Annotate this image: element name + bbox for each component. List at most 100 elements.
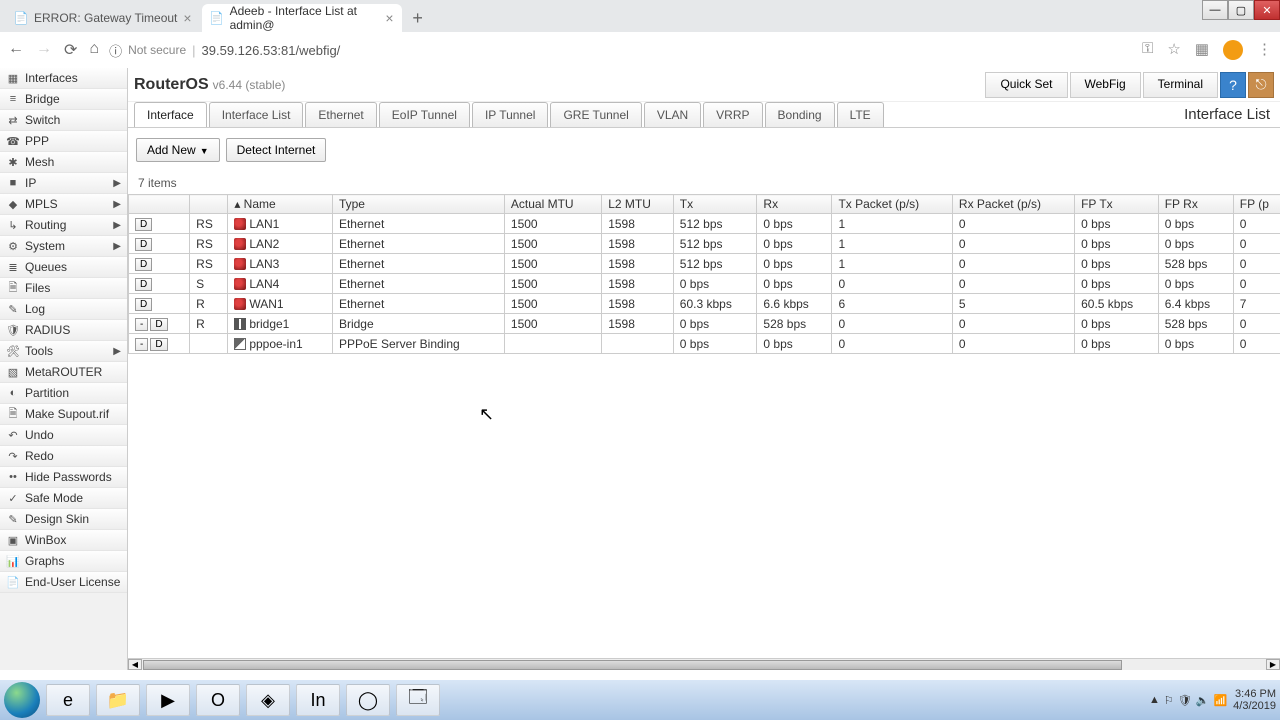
tab-interface[interactable]: Interface <box>134 102 207 127</box>
tray-icon[interactable]: 🛡 <box>1178 694 1192 707</box>
sidebar-item-partition[interactable]: ◐Partition <box>0 383 127 404</box>
tab-ethernet[interactable]: Ethernet <box>305 102 376 127</box>
taskbar-app-icon[interactable]: 📁 <box>96 684 140 716</box>
scroll-thumb[interactable] <box>143 660 1122 670</box>
table-row[interactable]: -DRbridge1Bridge150015980 bps528 bps000 … <box>129 314 1280 334</box>
row-action-button[interactable]: - <box>135 318 148 331</box>
col-header[interactable]: FP Rx <box>1158 195 1233 214</box>
sidebar-item-redo[interactable]: ↷Redo <box>0 446 127 467</box>
col-header[interactable]: FP (p <box>1233 195 1280 214</box>
scroll-right-icon[interactable]: ▶ <box>1266 659 1280 670</box>
tab-eoip-tunnel[interactable]: EoIP Tunnel <box>379 102 470 127</box>
tab-ip-tunnel[interactable]: IP Tunnel <box>472 102 548 127</box>
sidebar-item-log[interactable]: ✎Log <box>0 299 127 320</box>
clock[interactable]: 3:46 PM 4/3/2019 <box>1233 688 1276 712</box>
sidebar-item-hide-passwords[interactable]: ••Hide Passwords <box>0 467 127 488</box>
add-new-button[interactable]: Add New▼ <box>136 138 220 162</box>
close-tab-icon[interactable]: × <box>183 10 191 26</box>
tab-vlan[interactable]: VLAN <box>644 102 701 127</box>
tab-bonding[interactable]: Bonding <box>765 102 835 127</box>
webfig-button[interactable]: WebFig <box>1070 72 1141 98</box>
maximize-button[interactable]: ▢ <box>1228 0 1254 20</box>
tray-icon[interactable]: ⚐ <box>1164 694 1174 707</box>
sidebar-item-routing[interactable]: ↳Routing▶ <box>0 215 127 236</box>
menu-icon[interactable]: ⋮ <box>1257 40 1272 60</box>
tray-icon[interactable]: ▲ <box>1149 694 1160 707</box>
sidebar-item-files[interactable]: 🗎Files <box>0 278 127 299</box>
sidebar-item-queues[interactable]: ≣Queues <box>0 257 127 278</box>
tab-interface-list[interactable]: Interface List <box>209 102 304 127</box>
profile-avatar[interactable] <box>1223 40 1243 60</box>
col-header[interactable]: Actual MTU <box>504 195 601 214</box>
sidebar-item-system[interactable]: ⚙System▶ <box>0 236 127 257</box>
taskbar-app-icon[interactable]: e <box>46 684 90 716</box>
sidebar-item-end-user-license[interactable]: 📄End-User License <box>0 572 127 593</box>
key-icon[interactable]: ⚿ <box>1142 40 1153 60</box>
star-icon[interactable]: ☆ <box>1167 40 1180 60</box>
extensions-icon[interactable]: ▦ <box>1195 40 1209 60</box>
sidebar-item-ip[interactable]: ■IP▶ <box>0 173 127 194</box>
row-action-button[interactable]: D <box>150 318 167 331</box>
quickset-button[interactable]: Quick Set <box>985 72 1067 98</box>
terminal-button[interactable]: Terminal <box>1143 72 1218 98</box>
row-action-button[interactable]: D <box>135 258 152 271</box>
sidebar-item-safe-mode[interactable]: ✓Safe Mode <box>0 488 127 509</box>
tab-vrrp[interactable]: VRRP <box>703 102 762 127</box>
sidebar-item-interfaces[interactable]: ▦Interfaces <box>0 68 127 89</box>
col-header[interactable]: L2 MTU <box>602 195 674 214</box>
sidebar-item-undo[interactable]: ↶Undo <box>0 425 127 446</box>
col-header[interactable]: Tx Packet (p/s) <box>832 195 952 214</box>
table-row[interactable]: DRSLAN3Ethernet15001598512 bps0 bps100 b… <box>129 254 1280 274</box>
col-header[interactable]: FP Tx <box>1075 195 1159 214</box>
detect-internet-button[interactable]: Detect Internet <box>226 138 327 162</box>
taskbar-app-icon[interactable]: In <box>296 684 340 716</box>
info-icon[interactable]: ⓘ <box>109 41 122 60</box>
sidebar-item-radius[interactable]: 🛡RADIUS <box>0 320 127 341</box>
logout-icon[interactable]: ⎋ <box>1248 72 1274 98</box>
browser-tab[interactable]: 📄 Adeeb - Interface List at admin@ × <box>202 4 402 32</box>
row-action-button[interactable]: D <box>135 218 152 231</box>
col-header[interactable]: Type <box>332 195 504 214</box>
row-action-button[interactable]: D <box>135 278 152 291</box>
tray-icon[interactable]: 📶 <box>1213 694 1227 707</box>
reload-button[interactable]: ⟳ <box>64 40 77 60</box>
taskbar-app-icon[interactable]: ▶ <box>146 684 190 716</box>
sidebar-item-tools[interactable]: 🛠Tools▶ <box>0 341 127 362</box>
sidebar-item-mesh[interactable]: ✱Mesh <box>0 152 127 173</box>
col-header[interactable]: Tx <box>673 195 757 214</box>
horizontal-scrollbar[interactable]: ◀ ▶ <box>128 658 1280 670</box>
help-icon[interactable]: ? <box>1220 72 1246 98</box>
close-tab-icon[interactable]: × <box>385 10 393 26</box>
sidebar-item-switch[interactable]: ⇄Switch <box>0 110 127 131</box>
start-button[interactable] <box>4 682 40 718</box>
taskbar-app-icon[interactable]: ◈ <box>246 684 290 716</box>
col-header[interactable] <box>129 195 190 214</box>
browser-tab[interactable]: 📄 ERROR: Gateway Timeout × <box>6 4 200 32</box>
url-field[interactable]: ⓘ Not secure | 39.59.126.53:81/webfig/ <box>109 41 1132 60</box>
table-row[interactable]: -Dpppoe-in1PPPoE Server Binding0 bps0 bp… <box>129 334 1280 354</box>
scroll-left-icon[interactable]: ◀ <box>128 659 142 670</box>
table-row[interactable]: DRWAN1Ethernet1500159860.3 kbps6.6 kbps6… <box>129 294 1280 314</box>
minimize-button[interactable]: — <box>1202 0 1228 20</box>
table-row[interactable]: DRSLAN2Ethernet15001598512 bps0 bps100 b… <box>129 234 1280 254</box>
sidebar-item-make-supout-rif[interactable]: 🗎Make Supout.rif <box>0 404 127 425</box>
col-header[interactable]: ▴ Name <box>228 195 333 214</box>
sidebar-item-ppp[interactable]: ☎PPP <box>0 131 127 152</box>
col-header[interactable] <box>190 195 228 214</box>
tab-gre-tunnel[interactable]: GRE Tunnel <box>550 102 641 127</box>
taskbar-app-icon[interactable]: ◯ <box>346 684 390 716</box>
sidebar-item-metarouter[interactable]: ▧MetaROUTER <box>0 362 127 383</box>
sidebar-item-design-skin[interactable]: ✎Design Skin <box>0 509 127 530</box>
sidebar-item-winbox[interactable]: ▣WinBox <box>0 530 127 551</box>
row-action-button[interactable]: D <box>135 298 152 311</box>
table-row[interactable]: DSLAN4Ethernet150015980 bps0 bps000 bps0… <box>129 274 1280 294</box>
new-tab-button[interactable]: + <box>404 4 432 32</box>
col-header[interactable]: Rx <box>757 195 832 214</box>
row-action-button[interactable]: D <box>135 238 152 251</box>
tray-icon[interactable]: 🔈 <box>1196 694 1210 707</box>
taskbar-app-icon[interactable]: O <box>196 684 240 716</box>
back-button[interactable]: ← <box>8 40 24 60</box>
table-row[interactable]: DRSLAN1Ethernet15001598512 bps0 bps100 b… <box>129 214 1280 234</box>
row-action-button[interactable]: D <box>150 338 167 351</box>
row-action-button[interactable]: - <box>135 338 148 351</box>
